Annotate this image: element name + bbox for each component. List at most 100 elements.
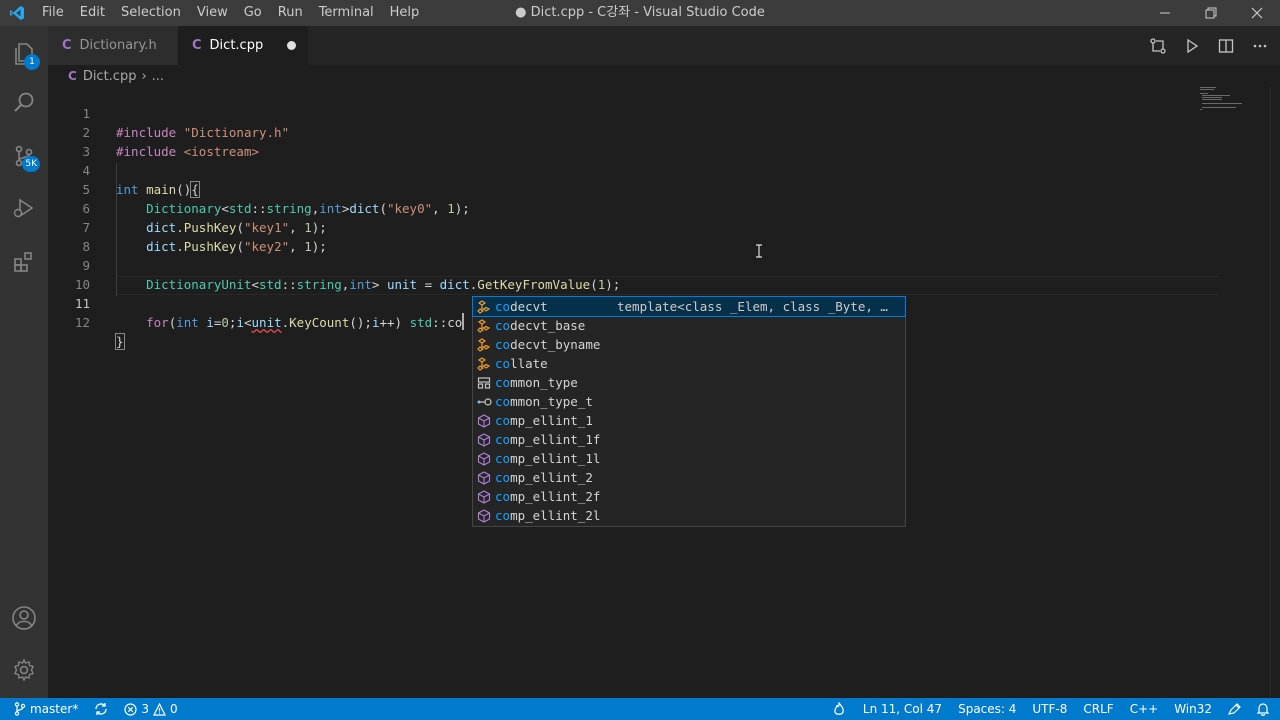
warning-icon — [152, 702, 166, 716]
status-right: Ln 11, Col 47 Spaces: 4 UTF-8 CRLF C++ W… — [823, 698, 1280, 720]
menu-view[interactable]: View — [189, 0, 236, 26]
flame-icon[interactable] — [823, 698, 855, 720]
c-file-icon: C — [62, 38, 72, 53]
breadcrumb-separator: › — [141, 68, 147, 84]
method-cube-icon — [473, 470, 495, 485]
configuration[interactable]: Win32 — [1166, 698, 1220, 720]
tab-label: Dict.cpp — [209, 38, 264, 53]
code-line: 7 dict.PushKey("key2", 1); — [48, 199, 1228, 254]
branch-icon — [14, 702, 26, 716]
source-control-badge: 5K — [22, 156, 40, 172]
struct-icon — [473, 376, 495, 390]
explorer-badge: 1 — [24, 54, 40, 70]
c-file-icon: C — [68, 69, 77, 83]
source-control-icon[interactable]: 5K — [0, 132, 48, 180]
menu-terminal[interactable]: Terminal — [311, 0, 382, 26]
suggestion-item[interactable]: comp_ellint_1 — [473, 411, 905, 430]
menu-help[interactable]: Help — [382, 0, 428, 26]
status-bar: master* 3 0 Ln 11, Col 47 Spaces: 4 UTF-… — [0, 698, 1280, 720]
suggestion-item[interactable]: codecvt_byname — [473, 335, 905, 354]
minimap[interactable] — [1196, 87, 1270, 127]
text-cursor — [462, 313, 465, 330]
method-cube-icon — [473, 413, 495, 428]
tab-dictionary-h[interactable]: C Dictionary.h — [48, 26, 178, 65]
suggestion-item[interactable]: comp_ellint_2l — [473, 506, 905, 525]
notifications-bell-icon[interactable] — [1250, 698, 1280, 720]
method-cube-icon — [473, 432, 495, 447]
suggestion-item[interactable]: comp_ellint_2 — [473, 468, 905, 487]
code-line: 2 #include <iostream> — [48, 104, 1228, 159]
code-line: 5 Dictionary<std::string,int>dict("key0"… — [48, 161, 1228, 216]
suggestion-item[interactable]: codecvt template<class _Elem, class _Byt… — [472, 296, 906, 317]
indentation[interactable]: Spaces: 4 — [950, 698, 1024, 720]
run-file-icon[interactable] — [1182, 36, 1202, 56]
accounts-icon[interactable] — [0, 594, 48, 642]
more-actions-icon[interactable] — [1250, 36, 1270, 56]
suggestion-detail: template<class _Elem, class _Byte, … — [617, 299, 888, 314]
split-editor-icon[interactable] — [1216, 36, 1236, 56]
encoding[interactable]: UTF-8 — [1024, 698, 1075, 720]
language-mode[interactable]: C++ — [1122, 698, 1167, 720]
branch-status[interactable]: master* — [0, 698, 84, 720]
breadcrumb-symbol[interactable]: ... — [152, 69, 164, 84]
explorer-icon[interactable]: 1 — [0, 30, 48, 78]
cursor-position[interactable]: Ln 11, Col 47 — [855, 698, 950, 720]
class-icon — [473, 337, 495, 352]
branch-name: master* — [30, 702, 79, 716]
menu-selection[interactable]: Selection — [113, 0, 189, 26]
method-cube-icon — [473, 451, 495, 466]
problems-status[interactable]: 3 0 — [118, 698, 183, 720]
maximize-button[interactable] — [1188, 0, 1234, 26]
compare-changes-icon[interactable] — [1148, 36, 1168, 56]
suggestion-item[interactable]: comp_ellint_2f — [473, 487, 905, 506]
menu-run[interactable]: Run — [270, 0, 311, 26]
mouse-ibeam-icon — [755, 244, 763, 261]
extensions-icon[interactable] — [0, 238, 48, 286]
search-icon[interactable] — [0, 78, 48, 126]
error-icon — [124, 702, 137, 716]
error-count: 3 — [141, 702, 149, 716]
class-icon — [473, 356, 495, 371]
class-icon — [473, 299, 495, 314]
feedback-icon[interactable] — [1220, 698, 1250, 720]
minimize-button[interactable] — [1142, 0, 1188, 26]
menu-file[interactable]: File — [34, 0, 72, 26]
tab-dict-cpp[interactable]: C Dict.cpp — [178, 26, 308, 65]
vertical-scrollbar[interactable] — [1270, 87, 1280, 698]
warning-count: 0 — [169, 702, 178, 716]
run-debug-icon[interactable] — [0, 184, 48, 232]
code-line: 6 dict.PushKey("key1", 1); — [48, 180, 1228, 235]
line-number: 12 — [74, 315, 90, 330]
suggestion-item[interactable]: codecvt_base — [473, 316, 905, 335]
code-line: 9 DictionaryUnit<std::string,int> unit =… — [48, 237, 1228, 292]
end-of-line[interactable]: CRLF — [1075, 698, 1121, 720]
method-cube-icon — [473, 489, 495, 504]
title-bar: File Edit Selection View Go Run Terminal… — [0, 0, 1280, 26]
suggestion-item[interactable]: comp_ellint_1l — [473, 449, 905, 468]
code-line: 8 — [48, 218, 1228, 254]
breadcrumb-file[interactable]: Dict.cpp — [83, 69, 137, 84]
close-button[interactable] — [1234, 0, 1280, 26]
activity-bar: 1 5K — [0, 26, 48, 698]
menu-edit[interactable]: Edit — [72, 0, 113, 26]
suggestion-item[interactable]: common_type_t — [473, 392, 905, 411]
sync-button[interactable] — [84, 698, 118, 720]
code-line: 10 — [48, 256, 1228, 292]
window-controls — [1142, 0, 1280, 26]
gear-icon[interactable] — [0, 646, 48, 694]
menu-bar: File Edit Selection View Go Run Terminal… — [34, 0, 427, 26]
code-line: 3 — [48, 123, 1228, 159]
code-line-current: 11 for(int i=0;i<unit.KeyCount();i++) st… — [48, 275, 1228, 330]
sync-icon — [95, 703, 107, 715]
editor-tab-bar: C Dictionary.h C Dict.cpp — [48, 26, 1280, 65]
menu-go[interactable]: Go — [236, 0, 270, 26]
unsaved-dot-icon[interactable] — [287, 41, 296, 50]
c-file-icon: C — [192, 38, 202, 53]
method-cube-icon — [473, 508, 495, 523]
breadcrumb: C Dict.cpp › ... — [48, 65, 1280, 87]
suggestion-item[interactable]: common_type — [473, 373, 905, 392]
suggestion-item[interactable]: comp_ellint_1f — [473, 430, 905, 449]
typedef-icon — [473, 395, 495, 409]
code-line: 1 #include "Dictionary.h" — [48, 85, 1228, 140]
suggestion-item[interactable]: collate — [473, 354, 905, 373]
